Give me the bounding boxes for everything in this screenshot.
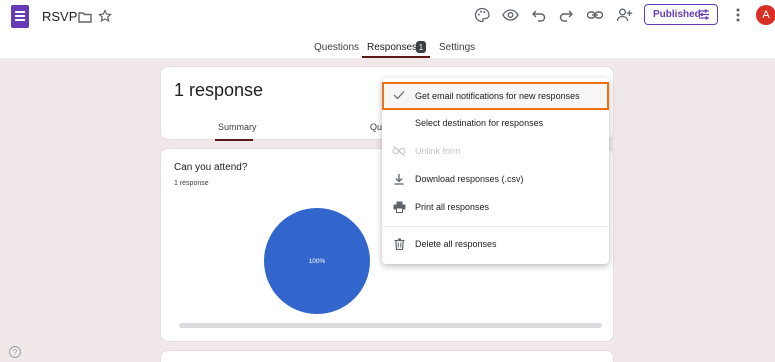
print-icon (392, 200, 406, 214)
forms-logo-icon[interactable] (11, 5, 29, 28)
tab-question[interactable]: Qu (370, 122, 382, 132)
redo-icon[interactable] (557, 6, 575, 24)
preview-eye-icon[interactable] (501, 6, 519, 24)
next-question-card (160, 350, 614, 362)
folder-icon[interactable] (76, 8, 94, 26)
undo-icon[interactable] (530, 6, 548, 24)
menu-item-label: Get email notifications for new response… (415, 91, 580, 101)
menu-item-label: Select destination for responses (415, 118, 544, 128)
response-count-title: 1 response (174, 80, 264, 100)
top-bar: RSVP Published A Questions Responses 1 S… (0, 0, 775, 58)
trash-icon (392, 237, 406, 251)
menu-item-label: Delete all responses (415, 239, 497, 249)
menu-divider (382, 226, 609, 227)
help-icon[interactable]: ? (9, 346, 21, 358)
tab-summary[interactable]: Summary (218, 122, 257, 132)
link-icon[interactable] (586, 6, 604, 24)
pie-slice: 100% (264, 208, 370, 314)
tune-icon (699, 9, 709, 20)
star-icon[interactable] (96, 7, 114, 25)
add-collaborator-icon[interactable] (615, 6, 633, 24)
question-response-count: 1 response (174, 180, 209, 187)
tab-responses[interactable]: Responses (367, 42, 417, 53)
form-title[interactable]: RSVP (42, 9, 77, 24)
pie-data-label: 100% (308, 257, 326, 265)
horizontal-scrollbar[interactable] (179, 323, 602, 328)
more-vert-icon[interactable] (729, 6, 747, 24)
palette-icon[interactable] (473, 6, 491, 24)
unlink-icon (392, 144, 406, 158)
responses-count-badge: 1 (416, 41, 426, 53)
menu-item-email-notifications[interactable]: Get email notifications for new response… (382, 82, 609, 110)
check-icon (392, 88, 406, 102)
menu-item-select-destination[interactable]: Select destination for responses (382, 110, 609, 136)
menu-item-delete-all[interactable]: Delete all responses (382, 231, 609, 257)
responses-more-menu: Get email notifications for new response… (382, 78, 609, 264)
menu-item-download-csv[interactable]: Download responses (.csv) (382, 166, 609, 192)
menu-item-label: Unlink form (415, 146, 461, 156)
menu-item-unlink-form: Unlink form (382, 138, 609, 164)
menu-item-label: Download responses (.csv) (415, 174, 524, 184)
question-title: Can you attend? (174, 162, 248, 173)
published-button-label: Published (653, 9, 701, 20)
tab-questions[interactable]: Questions (314, 42, 359, 53)
avatar[interactable]: A (756, 5, 775, 25)
download-icon (392, 172, 406, 186)
menu-item-label: Print all responses (415, 202, 490, 212)
active-tab-indicator (362, 56, 430, 58)
tab-settings[interactable]: Settings (439, 42, 475, 53)
published-button[interactable]: Published (644, 4, 718, 25)
summary-tab-indicator (215, 139, 253, 141)
menu-item-print-all[interactable]: Print all responses (382, 194, 609, 220)
